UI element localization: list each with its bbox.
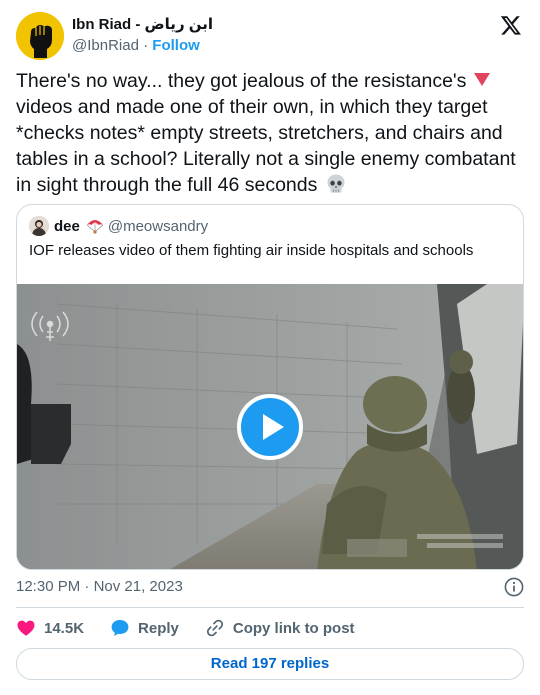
copy-link-label: Copy link to post <box>232 619 355 637</box>
timestamp-separator: · <box>84 578 90 595</box>
read-replies-button[interactable]: Read 197 replies <box>16 648 524 680</box>
quoted-post[interactable]: dee @meowsandry IOF releases video of th… <box>16 204 524 570</box>
play-button[interactable] <box>237 394 303 460</box>
post-date: Nov 21, 2023 <box>93 578 183 595</box>
heart-icon <box>17 620 35 636</box>
video-player[interactable] <box>17 284 523 569</box>
author-avatar[interactable] <box>16 12 64 60</box>
quoted-post-header: dee @meowsandry <box>29 216 208 236</box>
copy-link-button[interactable]: Copy link to post <box>205 618 355 638</box>
embedded-post: Ibn Riad - ابن رياض @IbnRiad · Follow Th… <box>0 0 540 695</box>
author-subline: @IbnRiad · Follow <box>72 36 213 56</box>
quoted-author-handle: @meowsandry <box>107 217 209 235</box>
red-triangle-icon <box>473 73 490 86</box>
raised-fist-icon <box>16 12 64 60</box>
author-handle[interactable]: @IbnRiad <box>72 37 139 54</box>
divider <box>16 607 524 608</box>
separator-dot: · <box>143 37 149 54</box>
reply-label: Reply <box>138 619 179 637</box>
like-count: 14.5K <box>44 619 85 637</box>
quoted-author-name: dee <box>54 217 80 235</box>
post-text-part1: There's no way... they got jealous of th… <box>16 70 472 92</box>
like-button[interactable]: 14.5K <box>16 618 84 638</box>
post-time: 12:30 PM <box>16 578 81 595</box>
author-name[interactable]: Ibn Riad - ابن رياض <box>72 15 213 35</box>
action-bar: 14.5K Reply Copy link to post <box>16 617 381 639</box>
post-text: There's no way... they got jealous of th… <box>16 68 524 198</box>
follow-button[interactable]: Follow <box>152 37 200 54</box>
quoted-author-avatar <box>29 216 49 236</box>
link-icon <box>206 619 223 637</box>
skull-icon <box>327 174 345 193</box>
author-block: Ibn Riad - ابن رياض @IbnRiad · Follow <box>72 15 213 56</box>
post-timestamp[interactable]: 12:30 PM · Nov 21, 2023 <box>16 577 183 597</box>
reply-button[interactable]: Reply <box>110 618 179 638</box>
quoted-avatar-image <box>29 216 49 236</box>
reply-bubble-icon <box>111 620 129 636</box>
x-logo-icon[interactable] <box>500 14 522 36</box>
quoted-post-text: IOF releases video of them fighting air … <box>29 242 474 259</box>
info-icon[interactable] <box>504 577 524 597</box>
play-icon <box>263 414 284 440</box>
parachute-icon <box>86 220 104 234</box>
